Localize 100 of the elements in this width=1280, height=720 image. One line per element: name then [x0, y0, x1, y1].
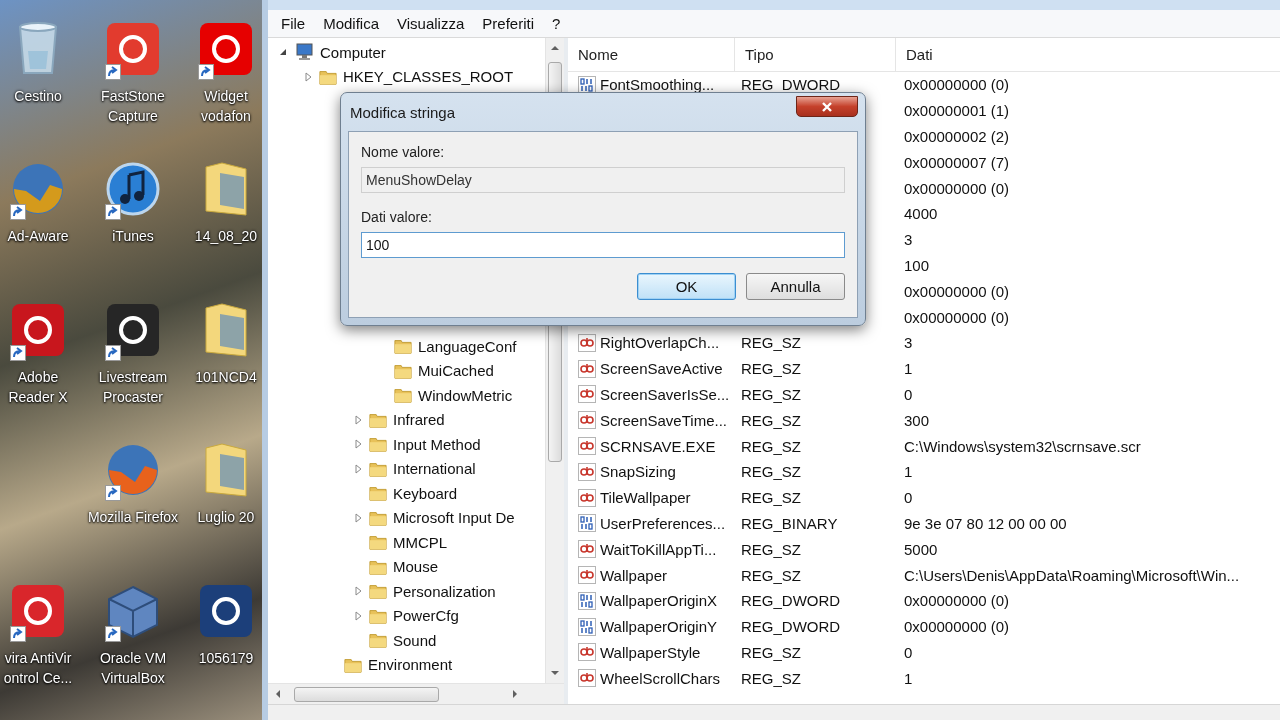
column-header[interactable]: Dati	[896, 38, 1280, 71]
value-type: REG_SZ	[741, 360, 801, 378]
value-name[interactable]: ScreenSaverIsSe...	[600, 385, 730, 403]
value-data-field[interactable]: 100	[361, 232, 845, 258]
value-data: 0x00000000 (0)	[904, 282, 1010, 300]
value-name[interactable]: WallpaperStyle	[600, 643, 701, 661]
value-type: REG_SZ	[741, 540, 801, 558]
desktop-icon-label[interactable]: Luglio 20	[197, 507, 255, 528]
tree-item[interactable]: Environment	[368, 656, 453, 674]
value-data: 0	[904, 489, 913, 507]
desktop-icon-label[interactable]: Cestino	[14, 86, 62, 106]
string-value-icon	[578, 359, 596, 378]
value-name[interactable]: WaitToKillAppTi...	[600, 540, 717, 558]
desktop-icon-label[interactable]: FastStone Capture	[83, 86, 183, 126]
tree-item[interactable]: Mouse	[393, 558, 439, 576]
value-type: REG_SZ	[741, 437, 801, 455]
value-name[interactable]: ScreenSaveTime...	[600, 411, 727, 429]
value-data: C:\Windows\system32\scrnsave.scr	[904, 437, 1141, 455]
tree-item[interactable]: Sound	[393, 631, 437, 649]
tree-item[interactable]: LanguageConf	[418, 337, 517, 355]
tree-item[interactable]: MMCPL	[393, 533, 448, 551]
desktop-icon-label[interactable]: Livestream Procaster	[83, 366, 183, 407]
value-name[interactable]: WheelScrollChars	[600, 669, 721, 687]
value-type: REG_DWORD	[741, 76, 841, 94]
value-data: C:\Users\Denis\AppData\Roaming\Microsoft\Win...	[904, 566, 1240, 584]
dialog-button[interactable]: OK	[637, 273, 736, 300]
value-name[interactable]: ScreenSaveActive	[600, 360, 723, 378]
value-type: REG_SZ	[741, 334, 801, 352]
string-value-icon	[578, 669, 596, 688]
value-name[interactable]: RightOverlapCh...	[600, 334, 720, 352]
value-data: 1	[904, 360, 913, 378]
string-value-icon	[578, 566, 596, 585]
value-data: 100	[904, 256, 930, 274]
dialog-button[interactable]: Annulla	[746, 273, 845, 300]
tree-item[interactable]: Keyboard	[393, 484, 458, 502]
string-value-icon	[578, 385, 596, 404]
close-icon	[821, 100, 833, 113]
field-label: Nome valore:	[361, 144, 446, 160]
menu-item[interactable]: ?	[543, 15, 570, 32]
value-data: 0x00000000 (0)	[904, 76, 1010, 94]
tree-item[interactable]: International	[393, 460, 476, 478]
value-type: REG_SZ	[741, 411, 801, 429]
value-data: 3	[904, 334, 913, 352]
value-data: 0	[904, 385, 913, 403]
string-value-icon	[578, 643, 596, 662]
value-name[interactable]: FontSmoothing...	[600, 76, 715, 94]
string-value-icon	[578, 333, 596, 352]
desktop-icon-label[interactable]: vira AntiVir ontrol Ce...	[0, 647, 76, 688]
desktop-icon-label[interactable]: 14_08_20	[194, 226, 258, 247]
desktop-icon-label[interactable]: 1056179	[198, 647, 254, 668]
value-type: REG_SZ	[741, 385, 801, 403]
tree-item[interactable]: Input Method	[393, 435, 481, 453]
value-data: 9e 3e 07 80 12 00 00 00	[904, 514, 1067, 532]
value-name[interactable]: UserPreferences...	[600, 514, 726, 532]
value-data: 5000	[904, 540, 938, 558]
value-name-field[interactable]: MenuShowDelay	[361, 167, 845, 193]
value-name[interactable]: WallpaperOriginY	[600, 618, 717, 636]
string-value-icon	[578, 411, 596, 430]
value-type: REG_SZ	[741, 566, 801, 584]
value-data: 0x00000001 (1)	[904, 102, 1010, 120]
desktop-icon-label[interactable]: Ad-Aware	[7, 226, 69, 247]
scroll-thumb[interactable]	[294, 686, 439, 702]
field-label: Dati valore:	[361, 209, 433, 225]
value-name[interactable]: WallpaperOriginX	[600, 592, 717, 610]
value-data: 0	[904, 643, 913, 661]
value-name[interactable]: TileWallpaper	[600, 489, 691, 507]
tree-item[interactable]: Microsoft Input De	[393, 509, 515, 527]
tree-item[interactable]: PowerCfg	[393, 607, 459, 625]
value-type: REG_BINARY	[741, 514, 838, 532]
value-name[interactable]: SnapSizing	[600, 463, 676, 481]
tree-item[interactable]: WindowMetric	[418, 386, 513, 404]
string-value-icon	[578, 540, 596, 559]
tree-item[interactable]: MuiCached	[418, 362, 494, 380]
column-header[interactable]: Nome	[568, 38, 735, 71]
menu-item[interactable]: Modifica	[314, 15, 389, 32]
value-data: 3	[904, 231, 913, 249]
string-value-icon	[578, 437, 596, 456]
menu-item[interactable]: File	[272, 15, 315, 32]
value-type: REG_SZ	[741, 669, 801, 687]
value-name[interactable]: Wallpaper	[600, 566, 667, 584]
tree-item[interactable]: Infrared	[393, 411, 445, 429]
value-data: 1	[904, 463, 913, 481]
tree-item[interactable]: Computer	[320, 43, 386, 61]
desktop-icon-label[interactable]: Oracle VM VirtualBox	[83, 647, 183, 688]
value-type: REG_SZ	[741, 489, 801, 507]
dialog-title: Modifica stringa	[349, 103, 456, 121]
desktop-icon-label[interactable]: Adobe Reader X	[0, 366, 76, 407]
menu-item[interactable]: Preferiti	[473, 15, 543, 32]
binary-value-icon	[578, 591, 596, 610]
close-button[interactable]	[796, 96, 858, 117]
desktop-icon-label[interactable]: Widget vodafon	[190, 86, 262, 126]
value-data: 0x00000000 (0)	[904, 592, 1010, 610]
tree-item[interactable]: HKEY_CLASSES_ROOT	[343, 68, 514, 86]
menu-item[interactable]: Visualizza	[388, 15, 474, 32]
desktop-icon-label[interactable]: iTunes	[112, 226, 154, 247]
value-name[interactable]: SCRNSAVE.EXE	[600, 437, 716, 455]
column-header[interactable]: Tipo	[735, 38, 896, 71]
tree-item[interactable]: Personalization	[393, 582, 496, 600]
value-type: REG_DWORD	[741, 618, 841, 636]
desktop-icon-label[interactable]: 101NCD4	[195, 366, 257, 387]
